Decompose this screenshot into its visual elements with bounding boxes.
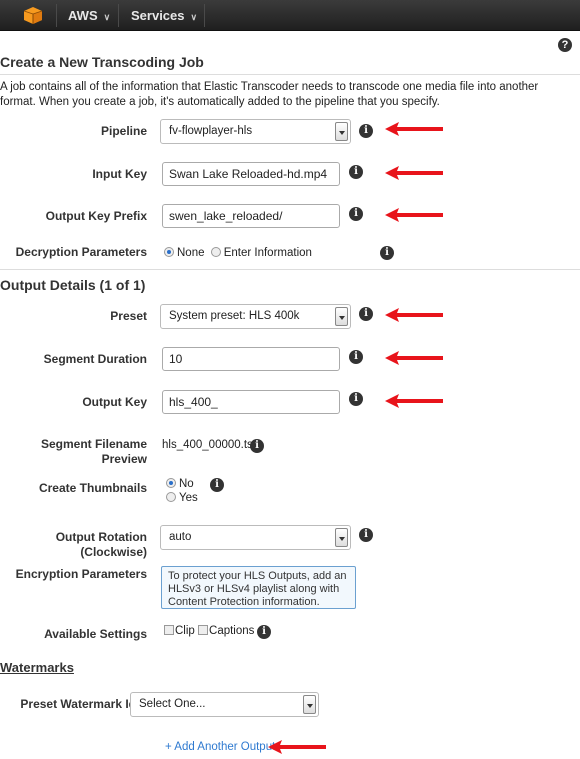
info-icon[interactable]: i — [349, 165, 363, 179]
nav-divider — [204, 4, 205, 27]
red-arrow-annotation-icon — [385, 208, 443, 222]
radio-selected[interactable] — [166, 478, 176, 488]
radio-selected[interactable] — [164, 247, 174, 257]
preset-watermark-select[interactable]: Select One... — [130, 692, 319, 717]
rotation-label: Output Rotation (Clockwise) — [56, 530, 147, 560]
preset-select[interactable]: System preset: HLS 400k — [160, 304, 351, 329]
decryption-options: None Enter Information — [164, 247, 312, 259]
red-arrow-annotation-icon — [385, 394, 443, 408]
clip-checkbox[interactable]: Clip — [164, 625, 195, 637]
info-icon[interactable]: i — [210, 478, 224, 492]
aws-logo-icon[interactable] — [24, 7, 42, 24]
decryption-enter-label: Enter Information — [223, 247, 312, 259]
info-icon[interactable]: i — [359, 307, 373, 321]
decryption-none-label: None — [177, 247, 205, 259]
output-details-title: Output Details (1 of 1) — [0, 277, 146, 293]
divider — [0, 269, 580, 270]
segment-preview-label-line1: Segment Filename — [40, 437, 147, 451]
nav-divider — [56, 4, 57, 27]
thumbnails-no-label: No — [179, 478, 194, 490]
info-icon[interactable]: i — [359, 124, 373, 138]
encryption-label: Encryption Parameters — [15, 567, 147, 581]
rotation-select[interactable]: auto — [160, 525, 351, 550]
thumbnails-yes-label: Yes — [179, 492, 198, 504]
radio-unselected[interactable] — [210, 247, 221, 257]
thumbnails-label: Create Thumbnails — [38, 481, 147, 495]
services-menu-label: Services — [131, 8, 185, 23]
available-settings-options: Clip Captions — [164, 625, 254, 637]
info-icon[interactable]: i — [380, 246, 394, 260]
dropdown-arrow-icon — [335, 307, 348, 326]
decryption-none-radio[interactable]: None — [164, 247, 205, 259]
output-key-field[interactable]: hls_400_ — [162, 390, 340, 414]
radio-unselected[interactable] — [166, 492, 176, 502]
segment-preview-label-line2: Preview — [101, 452, 147, 466]
preset-watermark-value: Select One... — [139, 698, 206, 710]
chevron-down-icon: ∨ — [190, 12, 198, 22]
red-arrow-annotation-icon — [268, 740, 326, 754]
available-settings-label: Available Settings — [44, 627, 147, 641]
info-icon[interactable]: i — [359, 528, 373, 542]
info-icon[interactable]: i — [349, 207, 363, 221]
dropdown-arrow-icon — [303, 695, 316, 714]
segment-duration-field[interactable]: 10 — [162, 347, 340, 371]
segment-duration-label: Segment Duration — [43, 352, 147, 366]
info-icon[interactable]: i — [257, 625, 271, 639]
preset-value: System preset: HLS 400k — [169, 310, 300, 322]
chevron-down-icon: ∨ — [103, 12, 111, 22]
red-arrow-annotation-icon — [385, 122, 443, 136]
divider — [0, 74, 580, 75]
rotation-label-line1: Output Rotation — [55, 530, 147, 544]
top-nav-bar: AWS ∨ Services ∨ — [0, 0, 580, 31]
help-icon[interactable]: ? — [558, 38, 572, 52]
rotation-label-line2: (Clockwise) — [80, 545, 147, 559]
output-key-label: Output Key — [82, 395, 147, 409]
output-key-prefix-field[interactable]: swen_lake_reloaded/ — [162, 204, 340, 228]
pipeline-label: Pipeline — [100, 124, 147, 138]
preset-label: Preset — [110, 309, 147, 323]
red-arrow-annotation-icon — [385, 308, 443, 322]
info-icon[interactable]: i — [349, 392, 363, 406]
red-arrow-annotation-icon — [385, 351, 443, 365]
input-key-label: Input Key — [92, 167, 147, 181]
info-icon[interactable]: i — [349, 350, 363, 364]
output-key-prefix-label: Output Key Prefix — [45, 209, 147, 223]
pipeline-select[interactable]: fv-flowplayer-hls — [160, 119, 351, 144]
thumbnails-yes-radio[interactable]: Yes — [166, 492, 198, 504]
captions-checkbox[interactable]: Captions — [198, 625, 254, 637]
preset-watermark-label: Preset Watermark Id — [20, 697, 136, 711]
clip-label: Clip — [175, 625, 195, 637]
page-description: A job contains all of the information th… — [0, 81, 539, 108]
dropdown-arrow-icon — [335, 528, 348, 547]
captions-label: Captions — [209, 625, 255, 637]
aws-menu[interactable]: AWS ∨ — [68, 8, 110, 23]
watermarks-heading: Watermarks — [0, 660, 74, 675]
rotation-value: auto — [169, 531, 192, 543]
checkbox-unchecked[interactable] — [198, 625, 209, 635]
info-icon[interactable]: i — [250, 439, 264, 453]
page-title: Create a New Transcoding Job — [0, 54, 204, 70]
checkbox-unchecked[interactable] — [164, 625, 174, 635]
add-another-output-link[interactable]: + Add Another Output — [165, 741, 275, 753]
services-menu[interactable]: Services ∨ — [131, 8, 197, 23]
encryption-notice: To protect your HLS Outputs, add an HLSv… — [161, 566, 356, 609]
input-key-field[interactable]: Swan Lake Reloaded-hd.mp4 — [162, 162, 340, 186]
decryption-label: Decryption Parameters — [15, 245, 147, 259]
nav-divider — [118, 4, 119, 27]
thumbnails-no-radio[interactable]: No — [166, 478, 194, 490]
pipeline-value: fv-flowplayer-hls — [169, 125, 253, 137]
segment-preview-label: Segment Filename Preview — [41, 437, 147, 467]
decryption-enter-radio[interactable]: Enter Information — [210, 247, 312, 259]
aws-menu-label: AWS — [68, 8, 98, 23]
dropdown-arrow-icon — [335, 122, 348, 141]
segment-preview-value: hls_400_00000.ts — [162, 439, 253, 451]
red-arrow-annotation-icon — [385, 166, 443, 180]
